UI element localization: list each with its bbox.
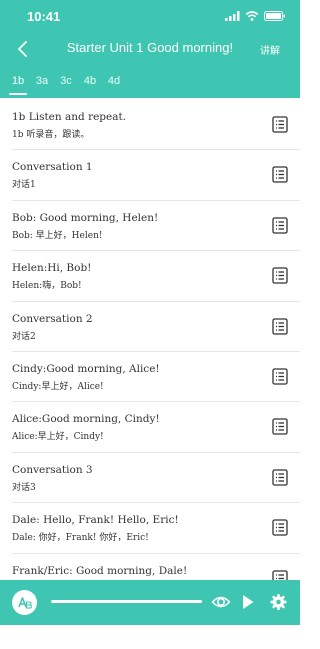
sentence-chinese: Dale: 你好，Frank! 你好，Eric!: [12, 533, 149, 544]
sentence-chinese: Bob: 早上好，Helen!: [12, 230, 103, 241]
ab-logo-icon: [18, 597, 32, 609]
eye-icon[interactable]: [211, 593, 231, 611]
wifi-icon: [245, 11, 259, 21]
sentence-chinese: Cindy:早上好，Alice!: [12, 381, 104, 392]
tab-4b[interactable]: 4b: [78, 66, 102, 98]
list-item[interactable]: Bob: Good morning, Helen! Bob: 早上好，Helen…: [12, 201, 300, 252]
list-icon[interactable]: [272, 569, 288, 580]
list-item[interactable]: Conversation 3 对话3: [12, 453, 300, 504]
list-item[interactable]: Conversation 1 对话1: [12, 150, 300, 201]
sentence-english: Alice:Good morning, Cindy!: [12, 413, 160, 426]
sentence-english: Helen:Hi, Bob!: [12, 262, 92, 275]
sentence-chinese: 对话1: [12, 180, 36, 191]
list-item[interactable]: Cindy:Good morning, Alice! Cindy:早上好，Ali…: [12, 352, 300, 403]
list-icon[interactable]: [272, 217, 288, 234]
tab-3c[interactable]: 3c: [54, 66, 78, 98]
list-icon[interactable]: [272, 166, 288, 184]
sentence-english: Conversation 3: [12, 463, 93, 476]
status-bar: 10:41: [0, 0, 300, 32]
tab-bar: 1b 3a 3c 4b 4d: [0, 66, 300, 98]
signal-icon: [225, 11, 240, 21]
header: 10:41 Starter Unit 1 Good morning! 讲解 1b…: [0, 0, 300, 98]
list-item[interactable]: 1b Listen and repeat. 1b 听录音，跟读。: [12, 100, 300, 151]
status-time: 10:41: [27, 9, 61, 24]
list-item[interactable]: Dale: Hello, Frank! Hello, Eric! Dale: 你…: [12, 503, 300, 554]
sentence-chinese: Alice:早上好，Cindy!: [12, 432, 104, 443]
sentence-english: Bob: Good morning, Helen!: [12, 211, 159, 224]
list-icon[interactable]: [272, 317, 288, 335]
list-item[interactable]: Alice:Good morning, Cindy! Alice:早上好，Cin…: [12, 402, 300, 453]
explain-button[interactable]: 讲解: [260, 42, 280, 57]
page-title: Starter Unit 1 Good morning!: [66, 40, 234, 55]
list-icon[interactable]: [272, 469, 288, 486]
list-item[interactable]: Frank/Eric: Good morning, Dale!: [12, 554, 300, 580]
sentence-english: Frank/Eric: Good morning, Dale!: [12, 564, 188, 577]
list-icon[interactable]: [272, 116, 288, 133]
sentence-english: Dale: Hello, Frank! Hello, Eric!: [12, 514, 179, 527]
play-icon[interactable]: [241, 593, 255, 611]
playback-progress-bar[interactable]: [51, 600, 202, 603]
sentence-english: Conversation 1: [12, 161, 93, 174]
sentence-chinese: 1b 听录音，跟读。: [12, 130, 90, 140]
audio-player-bar: [0, 580, 300, 625]
list-icon[interactable]: [272, 267, 288, 284]
tab-3a[interactable]: 3a: [30, 66, 54, 98]
list-icon[interactable]: [272, 418, 288, 435]
list-item[interactable]: Helen:Hi, Bob! Helen:嗨，Bob!: [12, 251, 300, 302]
back-button[interactable]: [14, 38, 34, 60]
gear-icon[interactable]: [270, 593, 287, 611]
sentence-chinese: 对话2: [12, 331, 36, 342]
nav-bar: Starter Unit 1 Good morning! 讲解: [0, 32, 300, 66]
sentence-english: 1b Listen and repeat.: [12, 111, 127, 123]
sentence-english: Cindy:Good morning, Alice!: [12, 362, 160, 375]
list-icon[interactable]: [272, 368, 288, 385]
ab-logo-button[interactable]: [12, 590, 37, 615]
sentence-english: Conversation 2: [12, 312, 93, 325]
sentence-chinese: 对话3: [12, 482, 36, 493]
status-icons: [225, 11, 286, 21]
battery-icon: [264, 11, 285, 21]
tab-4d[interactable]: 4d: [102, 66, 126, 98]
sentence-list: 1b Listen and repeat. 1b 听录音，跟读。 Convers…: [0, 100, 300, 580]
list-icon[interactable]: [272, 519, 288, 536]
list-item[interactable]: Conversation 2 对话2: [12, 302, 300, 352]
sentence-chinese: Helen:嗨，Bob!: [12, 281, 82, 292]
tab-1b[interactable]: 1b: [6, 66, 30, 98]
